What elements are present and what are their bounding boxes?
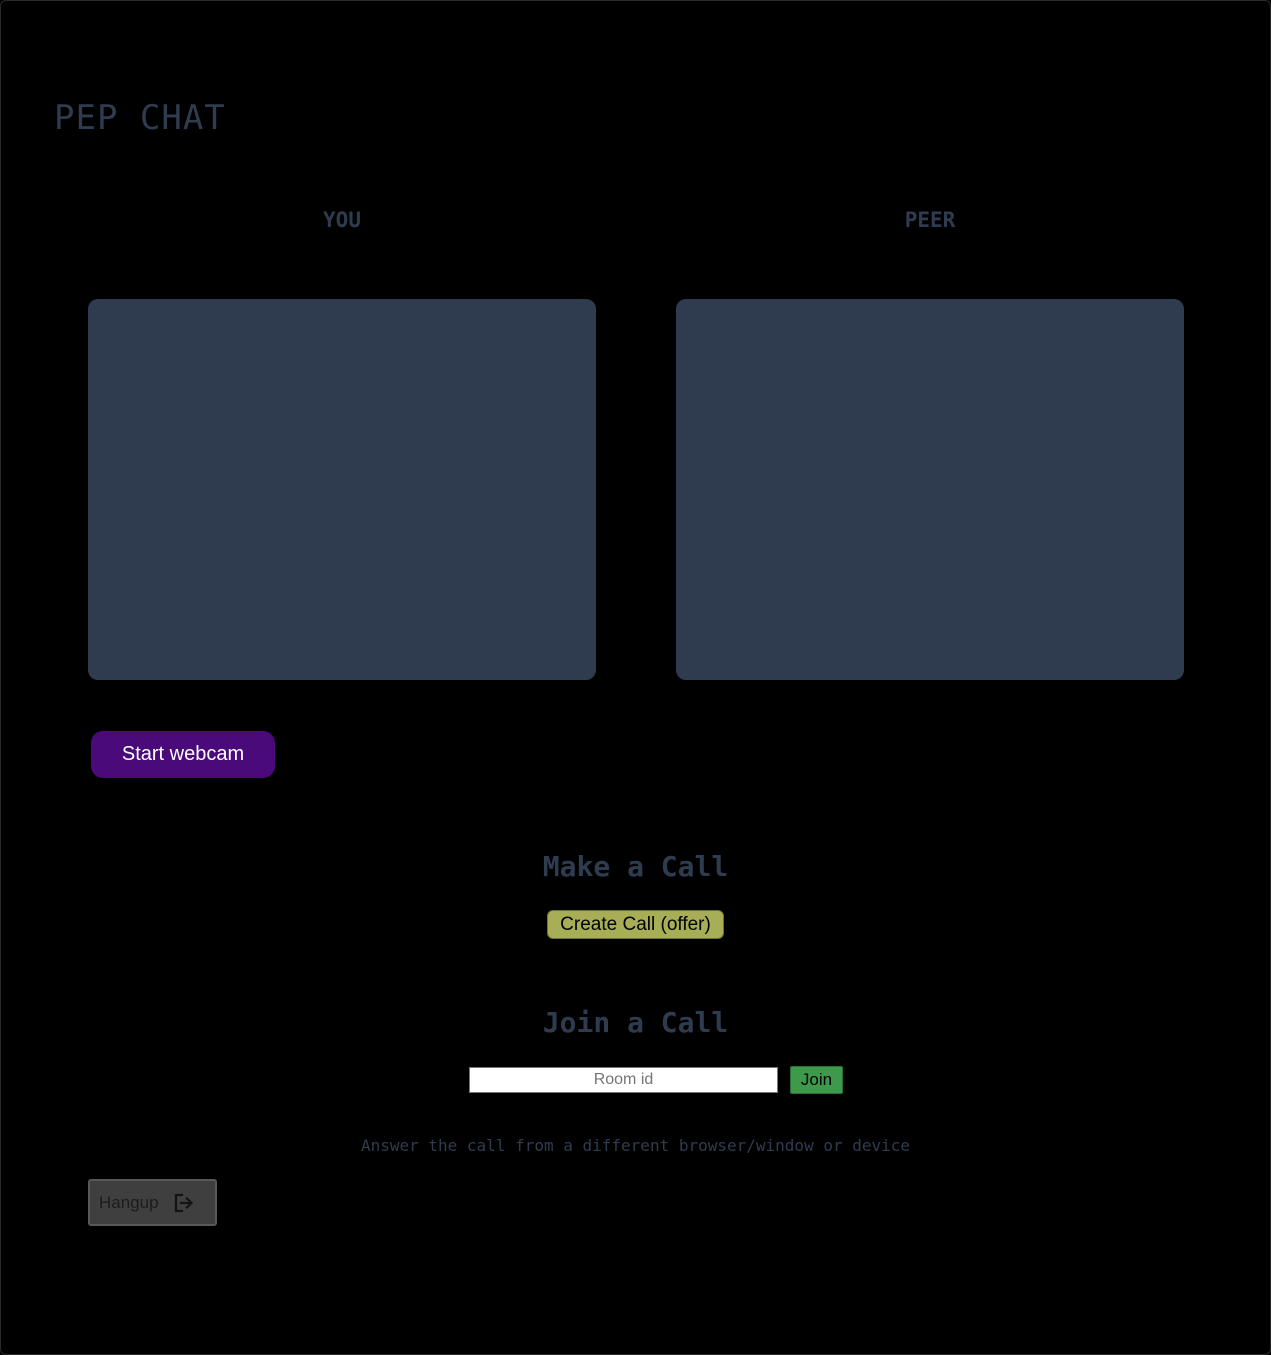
local-video	[88, 299, 596, 680]
room-id-input[interactable]	[469, 1067, 778, 1093]
make-call-heading: Make a Call	[542, 850, 729, 883]
hint-text: Answer the call from a different browser…	[360, 1136, 911, 1155]
remote-video	[676, 299, 1184, 680]
join-call-heading: Join a Call	[542, 1006, 729, 1039]
remote-video-label: PEER	[904, 208, 956, 232]
app-title: PEP CHAT	[54, 98, 226, 138]
join-button[interactable]: Join	[790, 1066, 843, 1094]
local-video-label: YOU	[323, 208, 361, 232]
create-call-button[interactable]: Create Call (offer)	[547, 910, 724, 939]
hangup-label: Hangup	[99, 1192, 159, 1212]
hangup-button[interactable]: Hangup	[88, 1179, 217, 1226]
logout-icon	[173, 1192, 195, 1214]
start-webcam-button[interactable]: Start webcam	[91, 731, 275, 778]
